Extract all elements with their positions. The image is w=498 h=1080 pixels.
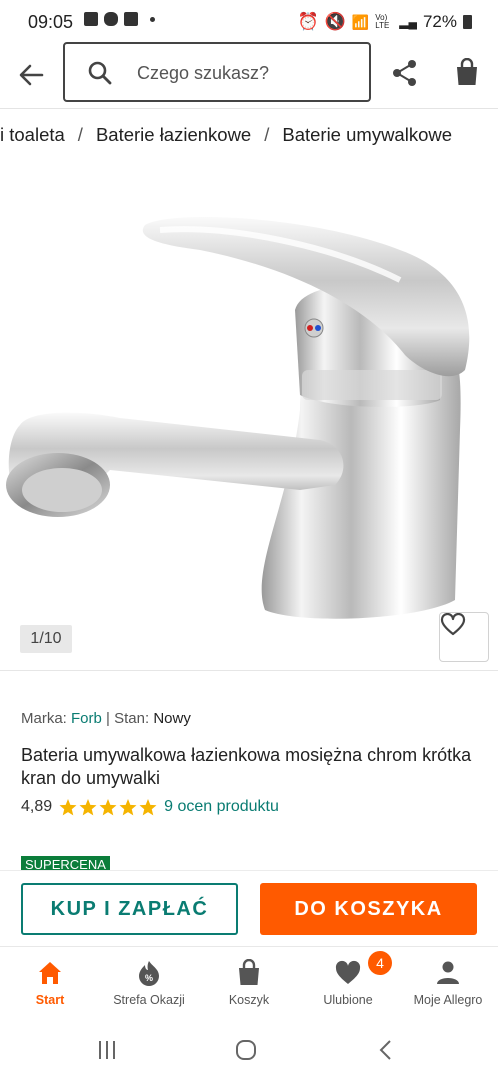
search-icon [88,61,112,85]
more-notifications-icon [150,16,155,22]
add-to-cart-button[interactable]: DO KOSZYKA [260,883,477,935]
heart-icon [335,960,361,984]
meta-divider: | [106,710,110,727]
rating-value: 4,89 [21,798,53,815]
signal-icon: ▂▄ [399,15,417,29]
gallery-notification-icon [84,12,98,26]
star-icon [139,798,157,815]
system-status-icons: ⏰ 🔇 📶 Vo) LTE ▂▄ 72% [297,12,472,32]
breadcrumb-item[interactable]: Baterie umywalkowe [282,124,452,146]
shopping-bag-icon [457,57,477,85]
cart-button[interactable] [452,57,482,88]
notification-icons [84,12,155,26]
brand-label: Marka: [21,710,67,727]
heart-outline-icon [440,613,466,636]
product-title: Bateria umywalkowa łazienkowa mosiężna c… [21,745,472,788]
cloud-notification-icon [104,12,118,26]
star-icon [99,798,117,815]
breadcrumb-item[interactable]: i toaleta [0,124,65,146]
deals-icon: % [139,961,159,986]
bottom-navigation: Start % Strefa Okazji Koszyk Ulubione 4 … [0,946,498,1019]
nav-label: Strefa Okazji [113,993,185,1007]
condition-label: Stan: [114,710,150,727]
system-navigation-bar [0,1018,498,1080]
star-icon [119,798,137,815]
rating-stars [59,798,157,816]
star-icon [79,798,97,815]
promo-badge: SUPERCENA [21,856,110,870]
arrow-left-icon [19,64,44,86]
alarm-icon: ⏰ [297,12,319,31]
breadcrumb-separator: / [264,124,270,145]
home-icon [39,962,61,984]
breadcrumb: i toaleta / Baterie łazienkowe / Baterie umy… [0,124,498,152]
share-icon [393,60,416,86]
image-counter: 1/10 [20,625,72,653]
product-image [6,217,470,619]
svg-text:%: % [145,973,153,983]
nav-label: Moje Allegro [413,993,483,1007]
system-back-icon[interactable] [374,1038,398,1062]
share-button[interactable] [390,58,420,88]
home-circle-icon[interactable] [234,1038,258,1062]
search-box[interactable] [63,42,371,102]
product-gallery[interactable]: 1/10 [0,170,498,671]
nav-item-my-allegro[interactable]: Moje Allegro [398,947,498,1019]
nav-item-cart[interactable]: Koszyk [199,947,299,1019]
status-bar: 09:05 ⏰ 🔇 📶 Vo) LTE ▂▄ 72% [0,0,498,44]
purchase-action-bar: KUP I ZAPŁAĆ DO KOSZYKA [0,870,498,947]
breadcrumb-item[interactable]: Baterie łazienkowe [96,124,251,146]
brand-link[interactable]: Forb [71,710,102,727]
product-meta: Marka: Forb | Stan: Nowy [21,710,191,727]
reviews-link[interactable]: 9 ocen produktu [164,798,279,816]
status-time: 09:05 [28,12,74,32]
breadcrumb-separator: / [77,124,83,145]
battery-icon [463,15,472,29]
battery-percent: 72% [422,12,457,31]
nav-item-deals[interactable]: % Strefa Okazji [99,947,199,1019]
condition-value: Nowy [153,710,191,727]
nav-item-start[interactable]: Start [0,947,100,1019]
network-label: Vo) LTE [375,13,390,30]
mute-icon: 🔇 [324,12,346,31]
nav-label: Start [35,993,65,1007]
search-input[interactable] [135,58,359,88]
person-icon [437,961,459,984]
nav-label: Ulubione [323,993,373,1007]
star-icon [59,798,77,815]
back-button[interactable] [16,60,46,90]
bag-icon [239,959,259,985]
buy-now-button[interactable]: KUP I ZAPŁAĆ [21,883,238,935]
checkbox-notification-icon [124,12,138,26]
promo-badge-wrapper: SUPERCENA [21,856,110,870]
product-rating: 4,89 9 ocen produktu [21,798,279,816]
recent-apps-icon[interactable] [95,1038,119,1062]
wifi-icon: 📶 [351,13,370,30]
nav-label: Koszyk [228,993,270,1007]
add-to-favorites-button[interactable] [439,612,489,662]
top-bar [0,42,498,109]
favorites-count-badge: 4 [368,951,392,975]
